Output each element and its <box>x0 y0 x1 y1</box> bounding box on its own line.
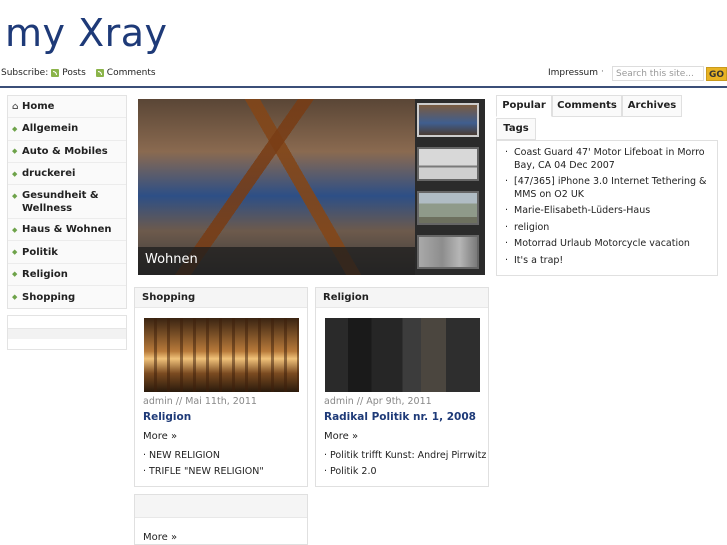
list-item[interactable]: · Motorrad Urlaub Motorcycle vacation <box>505 238 711 251</box>
popular-list: · Coast Guard 47' Motor Lifeboat in Morro… <box>496 140 718 276</box>
related-links: · Politik trifft Kunst: Andrej Pirrwitz … <box>324 448 486 480</box>
list-item[interactable]: · religion <box>505 222 711 235</box>
sidebar-item-auto-mobiles[interactable]: ◆ Auto & Mobiles <box>8 140 126 163</box>
sidebar-item-druckerei[interactable]: ◆ druckerei <box>8 162 126 186</box>
sidebar-item-label: Allgemein <box>22 123 79 135</box>
category-heading[interactable] <box>135 495 307 518</box>
sidebar-item-shopping[interactable]: ◆ Shopping <box>8 286 126 309</box>
bullet-icon: ◆ <box>12 248 18 257</box>
rss-icon <box>95 69 104 77</box>
related-link[interactable]: · NEW RELIGION <box>143 448 264 464</box>
tab-popular[interactable]: Popular <box>496 95 552 117</box>
post-meta: admin // Mai 11th, 2011 <box>143 396 257 407</box>
category-sidebar: ⌂ Home ◆ Allgemein ◆ Auto & Mobiles ◆ dr… <box>7 95 127 310</box>
related-links: · NEW RELIGION · TRIFLE "NEW RELIGION" <box>143 448 264 480</box>
nav-separator: · <box>601 67 604 77</box>
category-heading[interactable]: Shopping <box>135 288 307 308</box>
list-item[interactable]: · It's a trap! <box>505 255 711 268</box>
related-link[interactable]: · TRIFLE "NEW RELIGION" <box>143 464 264 480</box>
sidebar-item-label: Home <box>22 101 55 113</box>
slider-thumbnail[interactable] <box>417 191 479 225</box>
subscribe-label: Subscribe: <box>1 68 49 78</box>
tab-tags[interactable]: Tags <box>496 118 536 140</box>
home-icon: ⌂ <box>12 101 19 112</box>
site-title[interactable]: my Xray <box>5 10 168 56</box>
slider-thumbnail[interactable] <box>417 147 479 181</box>
bullet-icon: ◆ <box>12 169 18 178</box>
subscribe-bar: Subscribe: Posts Comments <box>1 68 156 78</box>
post-title-link[interactable]: Religion <box>143 411 191 423</box>
category-box-religion: Religion admin // Apr 9th, 2011 Radikal … <box>315 287 489 487</box>
post-thumbnail[interactable] <box>325 318 480 392</box>
sidebar-item-label: druckerei <box>22 168 76 180</box>
impressum-link[interactable]: Impressum <box>548 68 598 78</box>
category-heading[interactable]: Religion <box>316 288 488 308</box>
subscribe-posts-link[interactable]: Posts <box>62 68 86 78</box>
sidebar-item-label: Haus & Wohnen <box>22 224 112 236</box>
bullet-icon: ◆ <box>12 192 18 201</box>
list-item[interactable]: · [47/365] iPhone 3.0 Internet Tethering … <box>505 176 711 201</box>
category-box-shopping: Shopping admin // Mai 11th, 2011 Religio… <box>134 287 308 487</box>
header-divider <box>0 86 727 88</box>
category-box: More » <box>134 494 308 545</box>
bullet-icon: ◆ <box>12 270 18 279</box>
tab-comments[interactable]: Comments <box>552 95 622 117</box>
more-link[interactable]: More » <box>324 431 358 442</box>
sidebar-item-politik[interactable]: ◆ Politik <box>8 241 126 264</box>
tabbed-widget: Popular Comments Archives Tags · Coast Gu… <box>496 95 718 276</box>
sidebar-item-allgemein[interactable]: ◆ Allgemein <box>8 118 126 141</box>
rss-icon <box>51 69 60 77</box>
bullet-icon: ◆ <box>12 293 18 302</box>
slider-thumbnail[interactable] <box>417 235 479 269</box>
list-item[interactable]: · Marie-Elisabeth-Lüders-Haus <box>505 205 711 218</box>
featured-caption[interactable]: Wohnen <box>145 252 198 267</box>
sidebar-item-religion[interactable]: ◆ Religion <box>8 263 126 287</box>
bullet-icon: ◆ <box>12 147 18 156</box>
sidebar-item-label: Auto & Mobiles <box>22 145 108 157</box>
sidebar-item-label: Shopping <box>22 291 76 303</box>
sidebar-item-gesundheit-wellness[interactable]: ◆ Gesundheit & Wellness <box>8 185 126 220</box>
bullet-icon: ◆ <box>12 124 18 133</box>
search-go-button[interactable]: GO <box>706 67 727 81</box>
sidebar-item-label: Religion <box>22 268 68 280</box>
sidebar-item-home[interactable]: ⌂ Home <box>8 96 126 119</box>
slider-thumbnail[interactable] <box>417 103 479 137</box>
post-thumbnail[interactable] <box>144 318 299 392</box>
sidebar-widget <box>7 315 127 350</box>
more-link[interactable]: More » <box>143 532 177 543</box>
tab-archives[interactable]: Archives <box>622 95 682 117</box>
post-title-link[interactable]: Radikal Politik nr. 1, 2008 <box>324 411 476 423</box>
post-meta: admin // Apr 9th, 2011 <box>324 396 432 407</box>
related-link[interactable]: · Politik 2.0 <box>324 464 486 480</box>
sidebar-item-label: Politik <box>22 246 58 258</box>
list-item[interactable]: · Coast Guard 47' Motor Lifeboat in Morro… <box>505 147 711 172</box>
bullet-icon: ◆ <box>12 225 18 234</box>
sidebar-item-label: Gesundheit & Wellness <box>22 190 99 215</box>
sidebar-item-haus-wohnen[interactable]: ◆ Haus & Wohnen <box>8 219 126 242</box>
more-link[interactable]: More » <box>143 431 177 442</box>
subscribe-comments-link[interactable]: Comments <box>107 68 156 78</box>
search-input[interactable] <box>612 66 704 81</box>
related-link[interactable]: · Politik trifft Kunst: Andrej Pirrwitz <box>324 448 486 464</box>
